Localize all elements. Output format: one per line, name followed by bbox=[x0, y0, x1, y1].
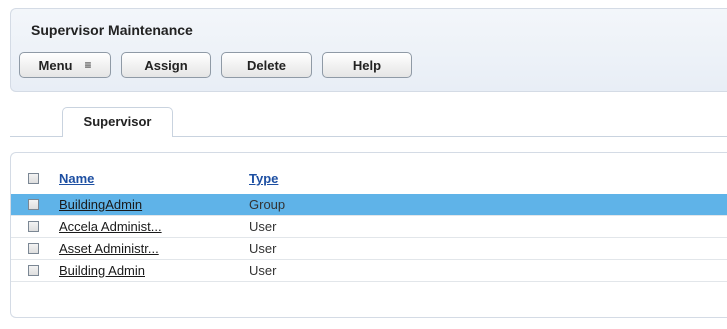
page-title: Supervisor Maintenance bbox=[31, 22, 193, 38]
row-checkbox[interactable] bbox=[28, 221, 39, 232]
menu-button-label: Menu bbox=[38, 57, 73, 73]
select-all-checkbox[interactable] bbox=[28, 173, 39, 184]
table-row[interactable]: BuildingAdmin Group bbox=[11, 194, 727, 216]
row-type: User bbox=[249, 241, 277, 256]
assign-button[interactable]: Assign bbox=[121, 52, 211, 78]
row-name-link[interactable]: Asset Administr... bbox=[59, 241, 159, 256]
menu-dropdown-icon: ≡ bbox=[84, 58, 92, 72]
menu-button[interactable]: Menu ≡ bbox=[19, 52, 111, 78]
table-row[interactable]: Building Admin User bbox=[11, 260, 727, 282]
row-name-link[interactable]: BuildingAdmin bbox=[59, 197, 142, 212]
grid-header: Name Type bbox=[11, 165, 727, 193]
row-type: User bbox=[249, 263, 277, 278]
header-panel: Supervisor Maintenance Menu ≡ Assign Del… bbox=[10, 8, 727, 92]
row-type: User bbox=[249, 219, 277, 234]
column-header-name[interactable]: Name bbox=[59, 171, 94, 186]
help-button[interactable]: Help bbox=[322, 52, 412, 78]
row-checkbox[interactable] bbox=[28, 243, 39, 254]
row-name-link[interactable]: Accela Administ... bbox=[59, 219, 162, 234]
supervisor-list: Name Type BuildingAdmin Group Accela Adm… bbox=[10, 152, 727, 318]
toolbar: Menu ≡ Assign Delete Help bbox=[19, 52, 422, 78]
column-header-type[interactable]: Type bbox=[249, 171, 278, 186]
delete-button[interactable]: Delete bbox=[221, 52, 312, 78]
tab-supervisor[interactable]: Supervisor bbox=[62, 107, 173, 137]
row-checkbox[interactable] bbox=[28, 265, 39, 276]
table-row[interactable]: Asset Administr... User bbox=[11, 238, 727, 260]
row-name-link[interactable]: Building Admin bbox=[59, 263, 145, 278]
row-type: Group bbox=[249, 197, 286, 212]
row-checkbox[interactable] bbox=[28, 199, 39, 210]
table-row[interactable]: Accela Administ... User bbox=[11, 216, 727, 238]
